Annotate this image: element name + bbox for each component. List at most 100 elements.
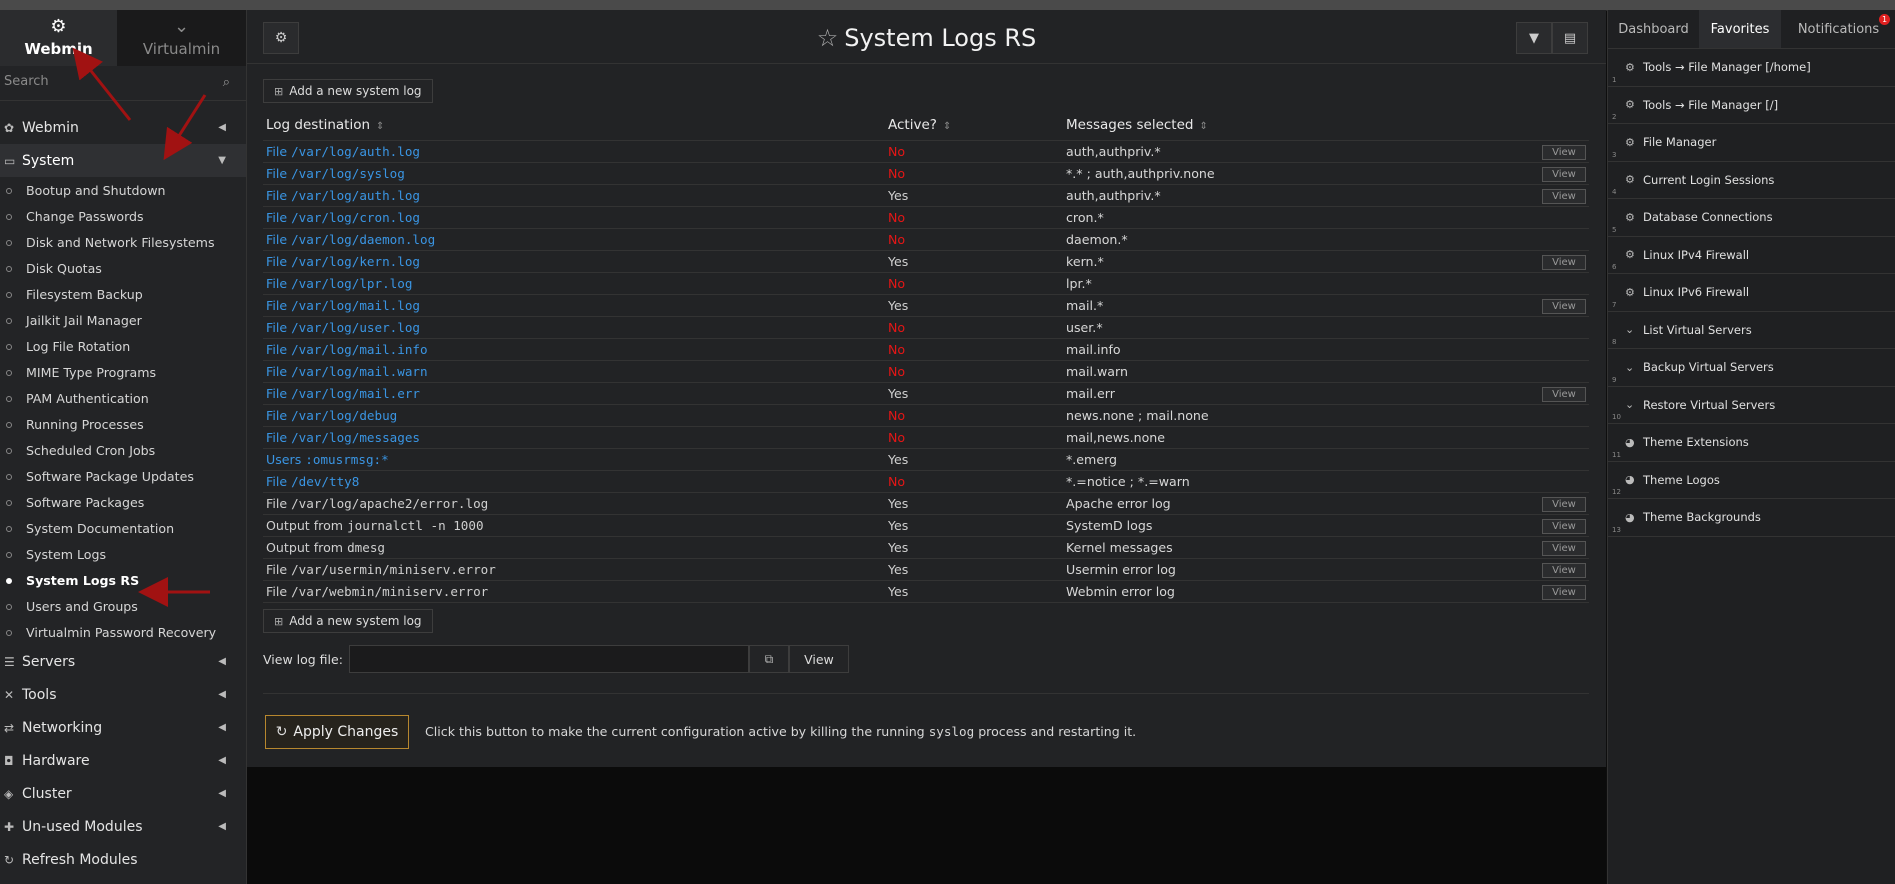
sidebar-item-system-logs-rs[interactable]: System Logs RS [0,567,246,593]
log-destination-cell[interactable]: File /var/log/auth.log [263,184,885,207]
sidebar-item-bootup-and-shutdown[interactable]: Bootup and Shutdown [0,177,246,203]
favorite-item[interactable]: ⚙ Current Login Sessions 4 [1608,162,1895,199]
sidebar-item-virtualmin-password-recovery[interactable]: Virtualmin Password Recovery [0,619,246,645]
tab-dashboard[interactable]: Dashboard [1608,10,1699,48]
view-log-row-button[interactable]: View [1542,299,1586,314]
search-icon[interactable]: ⌕ [223,75,230,90]
log-destination-cell[interactable]: File /var/log/mail.err [263,382,885,405]
category-system[interactable]: ▭ System ▼ [0,144,246,177]
destination-path: dmesg [347,540,385,555]
sidebar-item-scheduled-cron-jobs[interactable]: Scheduled Cron Jobs [0,437,246,463]
module-index-button[interactable]: ▤ [1552,22,1588,54]
view-log-file-input[interactable] [348,645,749,673]
view-log-row-button[interactable]: View [1542,541,1586,556]
category-tools[interactable]: ✕ Tools ◀ [0,678,246,711]
favorite-item[interactable]: ⚙ Tools → File Manager [/home] 1 [1608,49,1895,87]
view-log-row-button[interactable]: View [1542,189,1586,204]
view-log-row-button[interactable]: View [1542,585,1586,600]
sidebar: ⚙ Webmin ⌄ Virtualmin ⌕ ✿ Webmin ◀ ▭ Sys… [0,10,247,884]
view-log-button[interactable]: View [788,645,849,673]
category-cluster[interactable]: ◈ Cluster ◀ [0,777,246,810]
view-log-row-button[interactable]: View [1542,167,1586,182]
log-destination-cell[interactable]: File /var/log/cron.log [263,206,885,229]
view-cell [1523,360,1589,383]
log-destination-cell: File /var/webmin/miniserv.error [263,580,885,603]
category-un-used-modules[interactable]: ✚ Un-used Modules ◀ [0,810,246,843]
system-logs-table: Log destination ⇕ Active? ⇕ Messages selec… [263,109,1589,603]
log-destination-cell[interactable]: File /var/log/debug [263,404,885,427]
category-hardware[interactable]: ◘ Hardware ◀ [0,744,246,777]
sidebar-item-log-file-rotation[interactable]: Log File Rotation [0,333,246,359]
destination-type: File [266,496,288,511]
apply-desc-code: syslog [928,724,975,739]
category-refresh-modules[interactable]: ↻ Refresh Modules [0,843,246,876]
sidebar-item-system-logs[interactable]: System Logs [0,541,246,567]
favorite-item[interactable]: ⚙ Database Connections 5 [1608,199,1895,237]
view-log-row-button[interactable]: View [1542,519,1586,534]
view-log-row-button[interactable]: View [1542,387,1586,402]
log-destination-cell[interactable]: File /var/log/mail.log [263,294,885,317]
log-destination-cell[interactable]: File /var/log/messages [263,426,885,449]
sidebar-item-mime-type-programs[interactable]: MIME Type Programs [0,359,246,385]
tab-favorites[interactable]: Favorites [1699,10,1781,48]
col-messages-selected[interactable]: Messages selected ⇕ [1063,109,1523,141]
log-destination-cell[interactable]: File /var/log/syslog [263,162,885,185]
sidebar-item-disk-quotas[interactable]: Disk Quotas [0,255,246,281]
log-destination-cell[interactable]: File /dev/tty8 [263,470,885,493]
tab-virtualmin[interactable]: ⌄ Virtualmin [117,10,246,66]
favorite-item[interactable]: ◕ Theme Logos 12 [1608,462,1895,499]
view-log-row-button[interactable]: View [1542,145,1586,160]
log-destination-cell[interactable]: File /var/log/user.log [263,316,885,339]
favorite-item[interactable]: ⌄ Restore Virtual Servers 10 [1608,387,1895,424]
favorite-item[interactable]: ⚙ Linux IPv4 Firewall 6 [1608,237,1895,274]
favorite-number: 3 [1612,150,1617,159]
col-active[interactable]: Active? ⇕ [885,109,1063,141]
tab-webmin[interactable]: ⚙ Webmin [0,10,117,66]
file-chooser-button[interactable]: ⧉ [748,645,789,673]
favorite-item[interactable]: ⚙ File Manager 3 [1608,124,1895,162]
add-system-log-button-bottom[interactable]: ⊞ Add a new system log [263,609,433,633]
sidebar-item-software-package-updates[interactable]: Software Package Updates [0,463,246,489]
favorite-item[interactable]: ⌄ Backup Virtual Servers 9 [1608,349,1895,387]
apply-changes-button[interactable]: ↻ Apply Changes [265,715,409,749]
view-log-row-button[interactable]: View [1542,497,1586,512]
favorite-item[interactable]: ⌄ List Virtual Servers 8 [1608,312,1895,349]
log-destination-cell[interactable]: File /var/log/mail.info [263,338,885,361]
sidebar-item-running-processes[interactable]: Running Processes [0,411,246,437]
tab-webmin-label: Webmin [24,40,93,58]
favorite-label: Linux IPv4 Firewall [1643,247,1750,262]
log-destination-cell[interactable]: Users :omusrmsg:* [263,448,885,471]
category-webmin[interactable]: ✿ Webmin ◀ [0,111,246,144]
sidebar-item-filesystem-backup[interactable]: Filesystem Backup [0,281,246,307]
tab-notifications[interactable]: Notifications 1 [1781,10,1895,48]
category-servers[interactable]: ☰ Servers ◀ [0,645,246,678]
add-system-log-label: Add a new system log [289,84,422,98]
favorite-item[interactable]: ◕ Theme Extensions 11 [1608,424,1895,462]
sidebar-item-system-documentation[interactable]: System Documentation [0,515,246,541]
sidebar-item-users-and-groups[interactable]: Users and Groups [0,593,246,619]
sidebar-item-pam-authentication[interactable]: PAM Authentication [0,385,246,411]
view-log-row-button[interactable]: View [1542,563,1586,578]
sidebar-item-change-passwords[interactable]: Change Passwords [0,203,246,229]
filter-button[interactable]: ▼ [1516,22,1552,54]
sidebar-item-jailkit-jail-manager[interactable]: Jailkit Jail Manager [0,307,246,333]
sidebar-item-disk-and-network-filesystems[interactable]: Disk and Network Filesystems [0,229,246,255]
search-input[interactable] [0,66,208,97]
favorite-item[interactable]: ◕ Theme Backgrounds 13 [1608,499,1895,537]
col-log-destination[interactable]: Log destination ⇕ [263,109,885,141]
favorite-item[interactable]: ⚙ Linux IPv6 Firewall 7 [1608,274,1895,312]
category-networking[interactable]: ⇄ Networking ◀ [0,711,246,744]
palette-icon: ◕ [1625,473,1635,487]
favorite-label: Tools → File Manager [/] [1643,97,1779,112]
log-destination-cell[interactable]: File /var/log/lpr.log [263,272,885,295]
sidebar-item-software-packages[interactable]: Software Packages [0,489,246,515]
active-status: No [885,272,1063,295]
view-log-row-button[interactable]: View [1542,255,1586,270]
favorite-item[interactable]: ⚙ Tools → File Manager [/] 2 [1608,87,1895,124]
add-system-log-button-top[interactable]: ⊞ Add a new system log [263,79,433,103]
log-destination-cell[interactable]: File /var/log/kern.log [263,250,885,273]
log-destination-cell[interactable]: File /var/log/daemon.log [263,228,885,251]
star-icon[interactable]: ☆ [817,24,839,52]
log-destination-cell[interactable]: File /var/log/auth.log [263,140,885,163]
log-destination-cell[interactable]: File /var/log/mail.warn [263,360,885,383]
